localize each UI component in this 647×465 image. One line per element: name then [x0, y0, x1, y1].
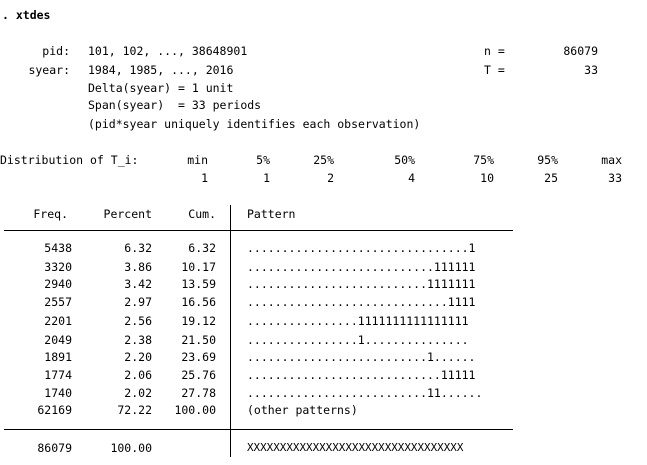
dist-header-p50: 50% [394, 153, 415, 167]
pid-values: 101, 102, ..., 38648901 [88, 44, 248, 58]
row-cum: 10.17 [181, 260, 216, 274]
row-percent: 72.22 [117, 403, 152, 417]
row-pattern: ..........................1...... [247, 350, 476, 364]
row-percent: 2.56 [124, 314, 152, 328]
dist-header-p25: 25% [313, 153, 334, 167]
syear-label: syear: [28, 63, 70, 77]
dist-value-min: 1 [201, 171, 208, 185]
dist-value-max: 33 [608, 171, 622, 185]
header-divider [4, 230, 513, 231]
row-cum: 25.76 [181, 368, 216, 382]
dist-header-p5: 5% [256, 153, 270, 167]
col-header-pattern: Pattern [247, 207, 296, 221]
dist-header-min: min [187, 153, 208, 167]
row-cum: 23.69 [181, 350, 216, 364]
n-label: n = [484, 44, 505, 58]
dist-value-p25: 2 [327, 171, 334, 185]
row-cum: 6.32 [188, 241, 216, 255]
T-value: 33 [584, 63, 598, 77]
T-label: T = [484, 63, 505, 77]
distribution-label: Distribution of T_i: [0, 153, 139, 167]
pid-label: pid: [42, 44, 70, 58]
row-cum: 13.59 [181, 277, 216, 291]
col-header-cum: Cum. [188, 207, 216, 221]
total-freq: 86079 [37, 441, 72, 455]
row-pattern: .............................1111 [247, 295, 476, 309]
row-percent: 3.86 [124, 260, 152, 274]
row-cum: 27.78 [181, 386, 216, 400]
row-freq: 1774 [44, 368, 72, 382]
row-freq: 2940 [44, 277, 72, 291]
row-freq: 2201 [44, 314, 72, 328]
row-cum: 100.00 [174, 403, 216, 417]
command-line: . xtdes [2, 8, 51, 22]
span-line: Span(syear) = 33 periods [88, 98, 262, 112]
row-freq: 62169 [37, 403, 72, 417]
dist-header-p75: 75% [473, 153, 494, 167]
row-percent: 2.38 [124, 333, 152, 347]
row-pattern: ................1............... [247, 333, 469, 347]
row-pattern: ...........................111111 [247, 260, 476, 274]
row-freq: 2049 [44, 333, 72, 347]
col-header-freq: Freq. [33, 207, 68, 221]
row-cum: 16.56 [181, 295, 216, 309]
row-freq: 1740 [44, 386, 72, 400]
col-header-percent: Percent [103, 207, 152, 221]
uniqueness-note: (pid*syear uniquely identifies each obse… [88, 117, 421, 131]
row-pattern: ............................11111 [247, 368, 476, 382]
total-percent: 100.00 [110, 441, 152, 455]
row-percent: 6.32 [124, 241, 152, 255]
row-cum: 21.50 [181, 333, 216, 347]
row-cum: 19.12 [181, 314, 216, 328]
n-value: 86079 [563, 44, 598, 58]
row-pattern: (other patterns) [247, 403, 358, 417]
dist-value-p95: 25 [544, 171, 558, 185]
syear-values: 1984, 1985, ..., 2016 [88, 63, 234, 77]
row-percent: 2.02 [124, 386, 152, 400]
row-freq: 5438 [44, 241, 72, 255]
dist-value-p75: 10 [480, 171, 494, 185]
row-pattern: ................................1 [247, 241, 476, 255]
column-divider [230, 205, 231, 457]
row-freq: 3320 [44, 260, 72, 274]
row-pattern: ..........................1111111 [247, 277, 476, 291]
dist-value-p50: 4 [408, 171, 415, 185]
row-percent: 2.20 [124, 350, 152, 364]
dist-header-p95: 95% [537, 153, 558, 167]
row-freq: 1891 [44, 350, 72, 364]
total-pattern: XXXXXXXXXXXXXXXXXXXXXXXXXXXXXXXXX [247, 441, 464, 454]
row-percent: 3.42 [124, 277, 152, 291]
row-percent: 2.06 [124, 368, 152, 382]
total-divider [4, 429, 513, 430]
row-percent: 2.97 [124, 295, 152, 309]
row-pattern: ..........................11...... [247, 386, 483, 400]
dist-value-p5: 1 [263, 171, 270, 185]
row-freq: 2557 [44, 295, 72, 309]
stata-results-window: . xtdes pid: 101, 102, ..., 38648901 n =… [0, 0, 647, 465]
delta-line: Delta(syear) = 1 unit [88, 81, 234, 95]
row-pattern: ................1111111111111111 [247, 314, 469, 328]
dist-header-max: max [601, 153, 622, 167]
